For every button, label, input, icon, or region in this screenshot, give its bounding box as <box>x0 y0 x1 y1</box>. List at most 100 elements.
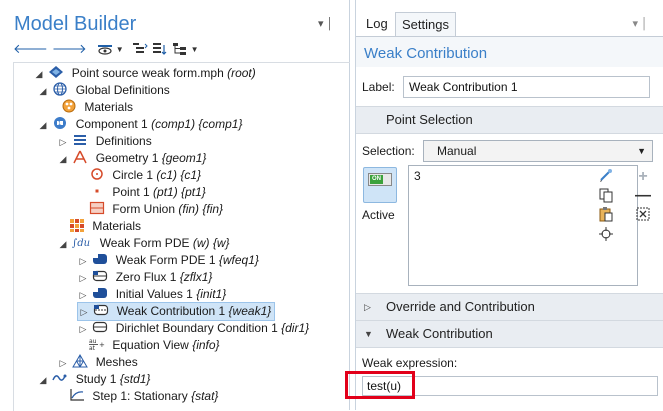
add-icon[interactable]: + <box>634 168 652 186</box>
expand-all-icon[interactable] <box>152 41 168 57</box>
tree-node-weak-contribution[interactable]: ▷ Weak Contribution 1 {weak1} <box>77 302 276 321</box>
show-icon[interactable] <box>97 41 113 57</box>
tab-log[interactable]: Log <box>360 12 394 36</box>
tree-node-point[interactable]: Point 1 (pt1) {pt1} <box>89 184 206 201</box>
tree-label: Equation View <box>112 338 189 352</box>
tree-node-component-materials[interactable]: Materials <box>69 218 141 235</box>
collapsed-arrow-icon[interactable]: ▷ <box>57 355 69 372</box>
stationary-step-icon <box>69 388 85 402</box>
forward-arrow-icon[interactable]: 🡒 <box>52 41 87 57</box>
boundary-feature-icon <box>92 320 108 334</box>
tree-label: Definitions <box>95 134 152 148</box>
collapsed-arrow-icon[interactable]: ▷ <box>77 321 89 338</box>
back-arrow-icon[interactable]: 🡐 <box>13 41 48 57</box>
tree-node-global-definitions[interactable]: ◢ Global Definitions <box>37 82 170 99</box>
zoom-to-selection-icon[interactable] <box>597 226 615 244</box>
selection-dropdown[interactable]: Manual ▼ <box>423 140 653 162</box>
point-feature-icon <box>93 303 109 317</box>
svg-text:1: 1 <box>58 121 61 127</box>
tree-node-study-step[interactable]: Step 1: Stationary {stat} <box>69 388 218 405</box>
settings-panel: Log Settings ▾ │ Weak Contribution Label… <box>355 0 663 410</box>
tree-label: Initial Values 1 <box>115 287 193 301</box>
expanded-arrow-icon[interactable]: ◢ <box>57 236 69 253</box>
section-weak-contribution[interactable]: ▼ Weak Contribution <box>356 320 663 348</box>
tree-tag: (root) <box>227 66 256 80</box>
tree-label: Component 1 <box>75 117 148 131</box>
definitions-icon <box>72 133 88 147</box>
selection-list-item[interactable]: 3 <box>414 169 421 183</box>
tree-tag: {std1} <box>119 372 151 386</box>
tree-label: Meshes <box>95 355 138 369</box>
collapsed-arrow-icon[interactable]: ▷ <box>77 253 89 270</box>
active-label: Active <box>362 208 395 222</box>
expanded-arrow-icon[interactable]: ◢ <box>33 66 45 83</box>
remove-icon[interactable]: — <box>634 187 652 205</box>
expanded-arrow-icon[interactable]: ◢ <box>37 372 49 389</box>
dropdown-arrow-icon: ▼ <box>637 146 646 156</box>
clear-selection-icon[interactable] <box>634 206 652 224</box>
tree-tag: {init1} <box>196 287 227 301</box>
weak-form-icon: ∫du <box>72 235 92 249</box>
svg-text:+: + <box>99 341 105 349</box>
collapsed-arrow-icon[interactable]: ▷ <box>77 270 89 287</box>
tree-tag: {wfeq1} <box>218 253 259 267</box>
expanded-arrow-icon[interactable]: ◢ <box>57 151 69 168</box>
tree-label: Point 1 <box>112 185 150 199</box>
tree-tag: (w) {w} <box>192 236 230 250</box>
tree-node-definitions[interactable]: ▷ Definitions <box>57 133 152 150</box>
tree-label: Weak Form PDE 1 <box>115 253 216 267</box>
collapsed-arrow-icon[interactable]: ▷ <box>78 304 90 321</box>
tree-node-zero-flux[interactable]: ▷ Zero Flux 1 {zflx1} <box>77 269 213 287</box>
tab-settings[interactable]: Settings <box>395 12 456 36</box>
tree-node-meshes[interactable]: ▷ Meshes <box>57 354 138 371</box>
tree-tag: {stat} <box>191 389 219 403</box>
tree-node-initial-values[interactable]: ▷ Initial Values 1 {init1} <box>77 286 227 303</box>
tree-view-icon[interactable] <box>172 41 188 57</box>
tree-node-component[interactable]: ◢ 1 Component 1 (comp1) {comp1} <box>37 116 242 133</box>
toggle-on-text: ON <box>370 175 383 184</box>
tree-node-form-union[interactable]: Form Union (fin) {fin} <box>89 201 223 218</box>
tree-node-geometry[interactable]: ◢ Geometry 1 {geom1} <box>57 150 206 167</box>
tree-node-equation-view[interactable]: au at + Equation View {info} <box>89 337 220 354</box>
component-icon: 1 <box>52 116 68 130</box>
tree-node-weak-form-pde[interactable]: ◢ ∫du Weak Form PDE (w) {w} <box>57 235 230 252</box>
tree-tag: (comp1) {comp1} <box>151 117 243 131</box>
domain-feature-icon <box>92 286 108 300</box>
paste-selection-icon[interactable] <box>597 168 615 186</box>
toggle-switch-icon: ON <box>368 173 392 186</box>
section-override-contribution[interactable]: ▷ Override and Contribution <box>356 293 663 321</box>
active-toggle[interactable]: ON <box>363 167 397 203</box>
tree-node-circle[interactable]: Circle 1 (c1) {c1} <box>89 167 201 184</box>
tree-node-weak-form-pde-1[interactable]: ▷ Weak Form PDE 1 {wfeq1} <box>77 252 259 269</box>
selection-caption: Selection: <box>362 144 415 158</box>
mesh-icon <box>72 354 89 368</box>
tree-node-study[interactable]: ◢ Study 1 {std1} <box>37 371 151 389</box>
circle-icon <box>89 167 105 181</box>
tree-node-root[interactable]: ◢ Point source weak form.mph (root) <box>33 65 256 82</box>
collapsed-arrow-icon[interactable]: ▷ <box>57 134 69 151</box>
expanded-arrow-icon[interactable]: ◢ <box>37 83 49 100</box>
tab-menu-icon[interactable]: ▾ │ <box>633 17 648 30</box>
tree-label: Materials <box>84 100 134 114</box>
tree-tag: (fin) {fin} <box>178 202 224 216</box>
boundary-feature-icon <box>92 269 108 283</box>
expanded-arrow-icon[interactable]: ◢ <box>37 117 49 134</box>
svg-text:∫du: ∫du <box>72 238 90 249</box>
tree-tag: {zflx1} <box>179 270 213 284</box>
section-point-selection[interactable]: Point Selection <box>356 106 663 134</box>
tree-label: Materials <box>92 219 142 233</box>
model-builder-panel: Model Builder ▾ │ 🡐 🡒 ▼ ▼ ◢ Point source… <box>0 0 350 411</box>
clipboard-icon[interactable] <box>597 206 615 224</box>
form-union-icon <box>89 201 105 215</box>
tree-node-dirichlet[interactable]: ▷ Dirichlet Boundary Condition 1 {dir1} <box>77 320 310 338</box>
panel-menu-pin[interactable]: ▾ │ <box>318 17 333 30</box>
copy-selection-icon[interactable] <box>597 187 615 205</box>
show-dropdown-icon[interactable]: ▼ <box>116 45 124 54</box>
tree-view-dropdown-icon[interactable]: ▼ <box>191 45 199 54</box>
label-input[interactable]: Weak Contribution 1 <box>403 76 650 98</box>
collapse-all-icon[interactable] <box>132 41 148 57</box>
section-title: Weak Contribution <box>386 326 493 341</box>
tree-node-global-materials[interactable]: Materials <box>61 99 133 116</box>
model-builder-toolbar: 🡐 🡒 ▼ ▼ <box>13 40 203 58</box>
selection-value: Manual <box>437 144 477 158</box>
